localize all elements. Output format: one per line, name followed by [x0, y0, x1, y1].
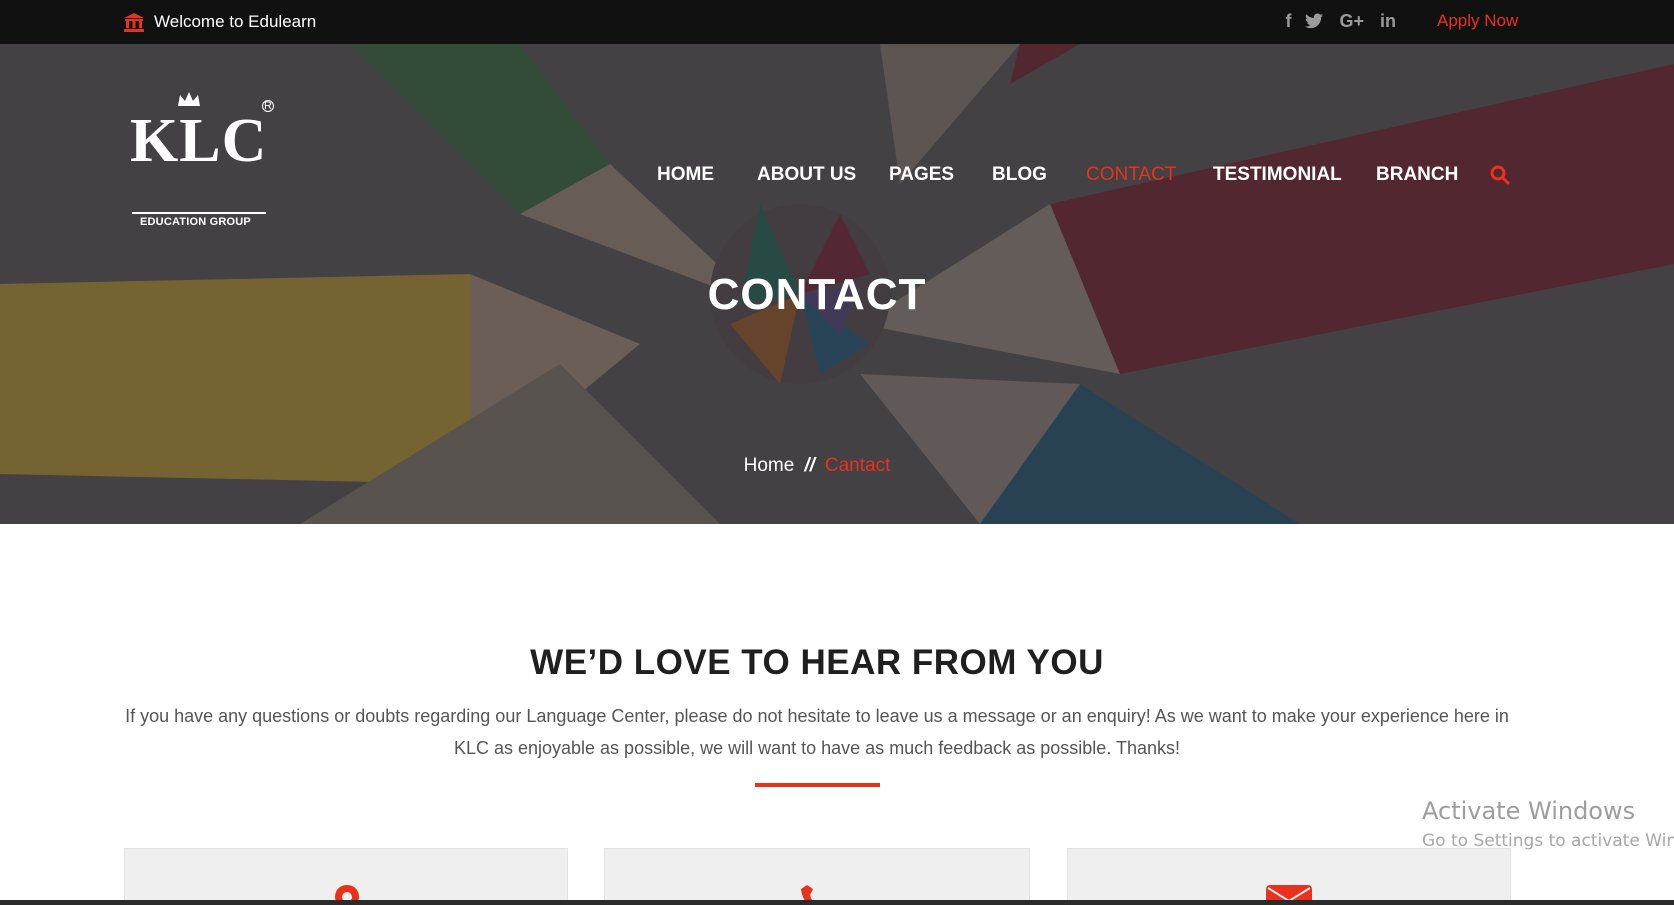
hero-banner: KLC R EDUCATION GROUP HOME ABOUT US PAGE… — [0, 44, 1674, 524]
twitter-icon[interactable] — [1305, 13, 1324, 29]
nav-testimonial[interactable]: TESTIMONIAL — [1213, 164, 1342, 186]
logo-brand: KLC — [130, 107, 268, 175]
title-divider — [755, 783, 880, 787]
nav-home[interactable]: HOME — [657, 164, 714, 186]
contact-card-address — [124, 848, 568, 905]
main-navigation: HOME ABOUT US PAGES BLOG CONTACT TESTIMO… — [0, 164, 1674, 188]
nav-pages[interactable]: PAGES — [889, 164, 954, 186]
taskbar-edge — [0, 900, 1674, 905]
breadcrumb-current: Cantact — [824, 455, 891, 476]
breadcrumb: Home // Cantact — [0, 455, 1634, 477]
apply-now-link[interactable]: Apply Now — [1437, 11, 1518, 31]
linkedin-icon[interactable]: in — [1380, 10, 1396, 32]
search-icon[interactable] — [1490, 165, 1510, 185]
windows-activation-title: Activate Windows — [1422, 797, 1636, 825]
contact-card-email — [1067, 848, 1511, 905]
nav-blog[interactable]: BLOG — [992, 164, 1047, 186]
page-title: CONTACT — [707, 270, 927, 319]
breadcrumb-home[interactable]: Home — [744, 455, 795, 476]
nav-contact[interactable]: CONTACT — [1086, 164, 1176, 186]
nav-about-us[interactable]: ABOUT US — [757, 164, 856, 186]
intro-paragraph: If you have any questions or doubts rega… — [125, 706, 1509, 758]
logo-divider — [132, 212, 266, 214]
crown-icon — [178, 92, 200, 106]
contact-card-phone — [604, 848, 1030, 905]
social-links: f G+ in — [1269, 10, 1396, 32]
registered-mark: R — [262, 100, 274, 112]
windows-activation-subtitle: Go to Settings to activate Windows. — [1422, 831, 1674, 851]
section-title: WE’D LOVE TO HEAR FROM YOU — [530, 643, 1104, 682]
nav-branch[interactable]: BRANCH — [1376, 164, 1458, 186]
facebook-icon[interactable]: f — [1285, 10, 1291, 32]
bank-icon — [124, 12, 144, 32]
welcome-text: Welcome to Edulearn — [154, 12, 317, 31]
logo-subtitle: EDUCATION GROUP — [140, 216, 251, 228]
welcome-message: Welcome to Edulearn — [124, 11, 316, 33]
top-bar: Welcome to Edulearn f G+ in Apply Now — [0, 0, 1674, 44]
breadcrumb-separator: // — [804, 455, 815, 476]
google-plus-icon[interactable]: G+ — [1339, 10, 1364, 32]
